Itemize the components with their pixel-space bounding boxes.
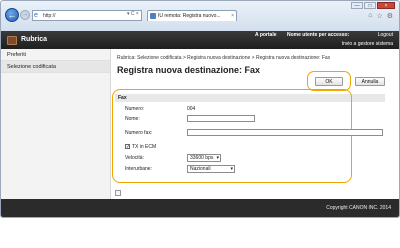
- long-distance-select[interactable]: Nazionali ▾: [187, 165, 235, 173]
- ecm-label: TX in ECM: [132, 144, 157, 150]
- browser-chrome: ← → e http:// ▾ C × IU remota: Registra …: [1, 1, 399, 31]
- chevron-down-icon: ▾: [216, 155, 219, 161]
- main-panel: Rubrica: Selezione codificata > Registra…: [112, 49, 397, 199]
- app-header: Rubrica A portale Nome utente per access…: [1, 31, 399, 49]
- maximize-button[interactable]: □: [364, 2, 376, 9]
- portal-link[interactable]: A portale: [255, 32, 276, 38]
- minimize-button[interactable]: —: [351, 2, 363, 9]
- long-distance-label: Interurbane:: [125, 166, 152, 172]
- ecm-checkbox[interactable]: ✓: [125, 144, 130, 150]
- number-label: Numero:: [125, 106, 145, 112]
- window-controls: — □ ×: [351, 2, 395, 9]
- forward-button[interactable]: →: [20, 10, 30, 20]
- address-tools[interactable]: ▾ C ×: [127, 11, 139, 17]
- page-footer: Copyright CANON INC. 2014: [1, 199, 399, 217]
- speed-select[interactable]: 33600 bps ▾: [187, 154, 221, 162]
- page-title: Registra nuova destinazione: Fax: [117, 65, 261, 75]
- address-book-icon: [7, 36, 17, 45]
- browser-tab[interactable]: IU remota: Registra nuovo... ×: [147, 10, 237, 21]
- home-icon[interactable]: ⌂: [368, 12, 372, 20]
- ok-button[interactable]: OK: [315, 77, 343, 86]
- speed-select-value: 33600 bps: [190, 155, 214, 161]
- tab-favicon-icon: [150, 13, 156, 19]
- toolbar-icons: ⌂ ☆ ⚙: [368, 12, 393, 20]
- favorites-icon[interactable]: ☆: [376, 12, 382, 20]
- name-label: Nome:: [125, 116, 140, 122]
- browser-window: ← → e http:// ▾ C × IU remota: Registra …: [0, 0, 400, 218]
- breadcrumb: Rubrica: Selezione codificata > Registra…: [117, 55, 331, 61]
- back-button[interactable]: ←: [5, 8, 19, 22]
- login-user-label: Nome utente per accesso:: [287, 32, 350, 38]
- name-input[interactable]: [187, 115, 255, 122]
- fax-number-label: Numero fax:: [125, 130, 153, 136]
- cancel-button[interactable]: Annulla: [355, 77, 385, 86]
- tab-title: IU remota: Registra nuovo...: [158, 13, 221, 19]
- tab-close-icon[interactable]: ×: [231, 11, 234, 21]
- address-bar[interactable]: e http://: [32, 10, 142, 21]
- speed-label: Velocità:: [125, 155, 144, 161]
- app-title: Rubrica: [21, 36, 48, 43]
- close-window-button[interactable]: ×: [377, 2, 395, 9]
- sidebar: Preferiti Selezione codificata: [1, 49, 111, 199]
- long-distance-select-value: Nazionali: [190, 166, 211, 172]
- gear-icon[interactable]: ⚙: [387, 12, 393, 20]
- copyright: Copyright CANON INC. 2014: [326, 205, 391, 211]
- mail-admin-link[interactable]: Invio a gestore sistema: [342, 41, 393, 47]
- scroll-top-icon[interactable]: [115, 190, 121, 196]
- chevron-down-icon: ▾: [230, 166, 233, 172]
- logout-link[interactable]: Logout: [378, 32, 393, 38]
- sidebar-item-coded-dial[interactable]: Selezione codificata: [1, 61, 110, 73]
- page-content: Rubrica A portale Nome utente per access…: [1, 31, 399, 217]
- number-value: 004: [187, 106, 196, 112]
- fax-number-input[interactable]: [187, 129, 383, 136]
- address-text: http://: [43, 13, 56, 19]
- ie-icon: e: [34, 12, 38, 19]
- sidebar-item-favorites[interactable]: Preferiti: [1, 49, 110, 61]
